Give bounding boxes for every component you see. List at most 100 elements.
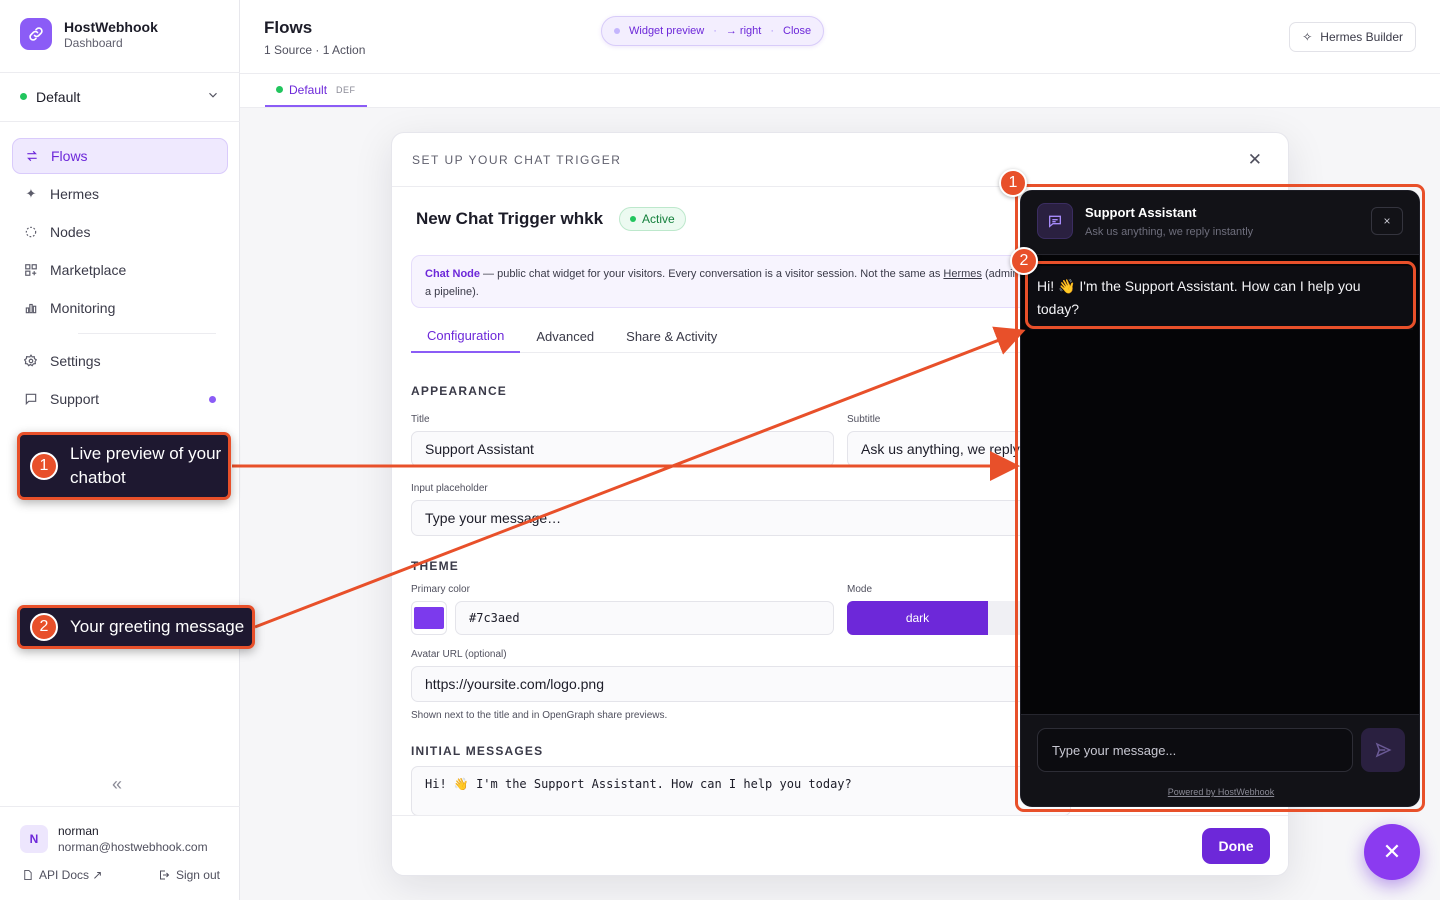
color-swatch-fill — [414, 607, 444, 629]
workspace-name: Default — [36, 88, 81, 105]
callout-live-preview: 1 Live preview of your chatbot — [17, 432, 231, 500]
separator: · — [713, 25, 717, 37]
status-dot — [276, 86, 283, 93]
link-logo-icon — [20, 18, 52, 50]
tab-configuration[interactable]: Configuration — [411, 319, 521, 353]
placeholder-label: Input placeholder — [411, 483, 488, 494]
hermes-link[interactable]: Hermes — [943, 268, 982, 280]
user-email: norman@hostwebhook.com — [58, 840, 208, 854]
flow-tabs-bar: Default DEF — [240, 74, 1440, 108]
initial-messages-heading: INITIAL MESSAGES — [411, 744, 544, 758]
callout-number: 2 — [30, 613, 58, 641]
placeholder-input[interactable]: Type your message… — [411, 500, 1071, 536]
sign-out-icon — [159, 870, 170, 880]
sidebar-item-label: Support — [50, 391, 100, 407]
sidebar-footer: API Docs ↗ Sign out — [22, 868, 220, 882]
info-strong: Chat Node — [425, 268, 480, 280]
sign-out-button[interactable]: Sign out — [158, 868, 220, 882]
marker-1: 1 — [999, 169, 1027, 197]
brand[interactable]: HostWebhook Dashboard — [20, 18, 158, 50]
divider — [0, 72, 240, 73]
status-dot — [630, 216, 637, 222]
callout-number: 1 — [30, 452, 58, 480]
avatar: N — [20, 825, 48, 853]
collapse-sidebar-icon[interactable]: « — [112, 774, 122, 795]
status-dot — [614, 28, 620, 34]
position-toggle[interactable]: → right — [726, 25, 761, 37]
avatar-url-label: Avatar URL (optional) — [411, 649, 507, 660]
gear-icon — [24, 354, 38, 368]
workspace-selector[interactable]: Default — [20, 88, 220, 105]
sidebar-item-label: Settings — [50, 353, 101, 369]
hermes-builder-label: Hermes Builder — [1320, 30, 1403, 44]
user-name: norman — [58, 824, 99, 838]
page-subtitle: 1 Source · 1 Action — [264, 43, 366, 57]
sidebar-item-nodes[interactable]: Nodes — [12, 214, 228, 250]
hermes-builder-button[interactable]: ✧ Hermes Builder — [1289, 22, 1416, 52]
sidebar-item-label: Flows — [51, 148, 88, 164]
nav-divider — [78, 333, 216, 334]
sidebar-item-label: Nodes — [50, 224, 91, 240]
callout-text: Live preview of your chatbot — [70, 444, 222, 487]
brand-name: HostWebhook — [64, 18, 158, 35]
tab-label: Default — [289, 82, 328, 97]
nodes-icon — [24, 225, 38, 239]
status-badge: Active — [619, 207, 686, 231]
done-button[interactable]: Done — [1202, 828, 1270, 864]
widget-preview-pill: Widget preview · → right · Close — [601, 16, 825, 46]
separator: · — [770, 25, 775, 37]
tab-advanced[interactable]: Advanced — [520, 319, 610, 353]
trigger-name[interactable]: New Chat Trigger whkk — [416, 209, 603, 229]
sparkles-icon: ✦ — [25, 186, 37, 201]
bar-chart-icon — [24, 301, 38, 315]
theme-heading: THEME — [411, 559, 459, 573]
initial-messages-textarea[interactable]: Hi! 👋 I'm the Support Assistant. How can… — [411, 766, 1071, 816]
tab-default[interactable]: Default DEF — [265, 74, 367, 107]
sparkle-icon: ✧ — [1302, 30, 1313, 44]
arrows-swap-icon — [25, 149, 39, 163]
subtitle-label: Subtitle — [847, 414, 881, 425]
avatar-hint: Shown next to the title and in OpenGraph… — [411, 710, 668, 721]
mode-label: Mode — [847, 584, 873, 595]
info-text: — public chat widget for your visitors. … — [480, 268, 944, 280]
sidebar-item-settings[interactable]: Settings — [12, 343, 228, 379]
mode-dark-option[interactable]: dark — [847, 601, 988, 635]
divider — [0, 121, 240, 122]
color-swatch[interactable] — [411, 601, 447, 635]
modal-header: SET UP YOUR CHAT TRIGGER ✕ — [392, 133, 1288, 187]
api-docs-link[interactable]: API Docs ↗ — [22, 868, 102, 882]
chevron-down-icon — [206, 88, 220, 105]
close-preview-button[interactable]: Close — [783, 25, 811, 37]
modal-title: SET UP YOUR CHAT TRIGGER — [412, 152, 622, 167]
primary-color-input[interactable]: #7c3aed — [455, 601, 834, 635]
document-icon — [24, 869, 32, 881]
default-tag: DEF — [336, 84, 356, 95]
page-title: Flows — [264, 18, 313, 37]
sidebar-item-marketplace[interactable]: Marketplace — [12, 252, 228, 288]
highlight-greeting — [1025, 261, 1416, 329]
modal-footer: Done — [392, 815, 1288, 875]
sidebar-item-flows[interactable]: Flows — [12, 138, 228, 174]
divider — [0, 806, 240, 807]
sidebar-nav: Flows ✦ Hermes Nodes Marketplace Monitor… — [12, 138, 228, 419]
notification-dot — [209, 395, 216, 403]
callout-greeting: 2 Your greeting message — [17, 605, 255, 649]
user-profile[interactable]: N norman norman@hostwebhook.com — [20, 824, 208, 854]
sidebar-item-hermes[interactable]: ✦ Hermes — [12, 176, 228, 212]
sidebar-item-monitoring[interactable]: Monitoring — [12, 290, 228, 326]
close-widget-fab[interactable]: ✕ — [1364, 824, 1420, 880]
info-line2: a pipeline). — [425, 286, 479, 298]
sign-out-label: Sign out — [175, 868, 220, 882]
api-docs-label: API Docs ↗ — [39, 868, 103, 882]
config-tabs: Configuration Advanced Share & Activity — [411, 319, 1061, 353]
appearance-heading: APPEARANCE — [411, 384, 508, 398]
avatar-url-input[interactable]: https://yoursite.com/logo.png — [411, 666, 1071, 702]
brand-subtitle: Dashboard — [64, 35, 123, 50]
close-icon: ✕ — [1382, 839, 1402, 864]
title-input[interactable]: Support Assistant — [411, 431, 834, 467]
sidebar-item-support[interactable]: Support — [12, 381, 228, 417]
close-icon[interactable]: ✕ — [1248, 150, 1262, 170]
title-label: Title — [411, 414, 430, 425]
widget-preview-label: Widget preview — [629, 25, 705, 37]
tab-share-activity[interactable]: Share & Activity — [610, 319, 733, 353]
